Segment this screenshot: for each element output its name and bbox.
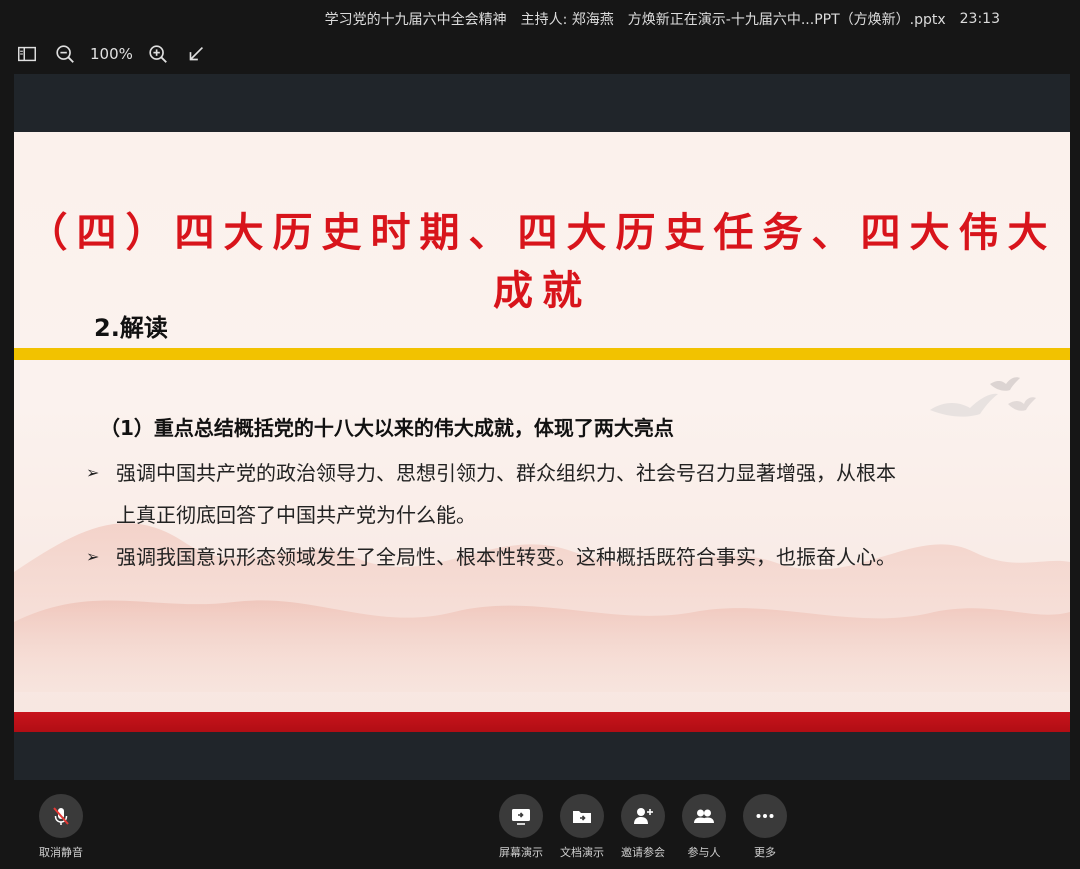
bullet-item: ➢ 强调我国意识形态领域发生了全局性、根本性转变。这种概括既符合事实，也振奋人心… [86, 536, 1046, 578]
bullet-arrow-icon: ➢ [86, 463, 100, 482]
doves-decoration [930, 377, 1036, 417]
presenting-status: 方焕新正在演示-十九届六中...PPT（方焕新）.pptx [627, 12, 946, 28]
bullet-arrow-icon: ➢ [86, 547, 100, 566]
screen-share-button[interactable]: 屏幕演示 [489, 794, 553, 860]
meeting-controls: 取消静音 屏幕演示 文档演示 邀请参会 参与人 更多 [0, 786, 1080, 869]
zoom-level: 100% [90, 45, 133, 63]
slide-subtitle: 2.解读 [94, 314, 168, 342]
collapse-icon [189, 46, 203, 61]
zoom-toolbar: 100% [14, 40, 209, 68]
add-person-icon [634, 808, 653, 824]
bullet-text-continued: 上真正彻底回答了中国共产党为什么能。 [116, 503, 476, 527]
bullet-list: ➢ 强调中国共产党的政治领导力、思想引领力、群众组织力、社会号召力显著增强，从根… [86, 452, 1046, 578]
participants-icon [694, 809, 714, 823]
zoom-out-icon [56, 45, 74, 63]
bullet-text: 强调中国共产党的政治领导力、思想引领力、群众组织力、社会号召力显著增强，从根本 [116, 461, 896, 485]
zoom-out-button[interactable] [52, 41, 78, 67]
bullet-text: 强调我国意识形态领域发生了全局性、根本性转变。这种概括既符合事实，也振奋人心。 [116, 545, 896, 569]
screen-share-label: 屏幕演示 [499, 846, 543, 859]
unmute-label: 取消静音 [39, 846, 83, 859]
title-bar: 学习党的十九届六中全会精神 主持人: 郑海燕 方焕新正在演示-十九届六中...P… [0, 0, 1080, 38]
more-icon [756, 814, 774, 818]
zoom-in-button[interactable] [145, 41, 171, 67]
meeting-title: 学习党的十九届六中全会精神 [324, 12, 507, 28]
host-label: 主持人: 郑海燕 [520, 12, 614, 28]
more-button[interactable]: 更多 [733, 794, 797, 860]
section-title: （1）重点总结概括党的十八大以来的伟大成就，体现了两大亮点 [100, 416, 674, 440]
meeting-time: 23:13 [959, 11, 1000, 27]
more-label: 更多 [754, 846, 776, 859]
collapse-button[interactable] [183, 41, 209, 67]
unmute-button[interactable]: 取消静音 [29, 794, 93, 860]
zoom-in-icon [149, 45, 167, 63]
meeting-window: 学习党的十九届六中全会精神 主持人: 郑海燕 方焕新正在演示-十九届六中...P… [0, 0, 1080, 869]
slide-title: （四）四大历史时期、四大历史任务、四大伟大成就 [27, 210, 1057, 314]
folder-share-icon [573, 811, 591, 823]
invite-button[interactable]: 邀请参会 [611, 794, 675, 860]
participants-button[interactable]: 参与人 [672, 794, 736, 860]
screen-share-icon [512, 809, 530, 825]
doc-share-button[interactable]: 文档演示 [550, 794, 614, 860]
presentation-slide: （四）四大历史时期、四大历史任务、四大伟大成就 2.解读 （1）重点总结概括党的… [14, 132, 1070, 732]
participants-label: 参与人 [687, 846, 721, 859]
invite-label: 邀请参会 [621, 846, 665, 859]
yellow-divider [14, 348, 1070, 360]
doc-share-label: 文档演示 [560, 846, 604, 859]
presentation-viewport: （四）四大历史时期、四大历史任务、四大伟大成就 2.解读 （1）重点总结概括党的… [14, 74, 1070, 780]
sidebar-icon [18, 46, 36, 62]
bullet-item: ➢ 强调中国共产党的政治领导力、思想引领力、群众组织力、社会号召力显著增强，从根… [86, 452, 1046, 536]
mic-muted-icon [53, 807, 69, 825]
red-footer-band [14, 712, 1070, 732]
sidebar-toggle-button[interactable] [14, 41, 40, 67]
